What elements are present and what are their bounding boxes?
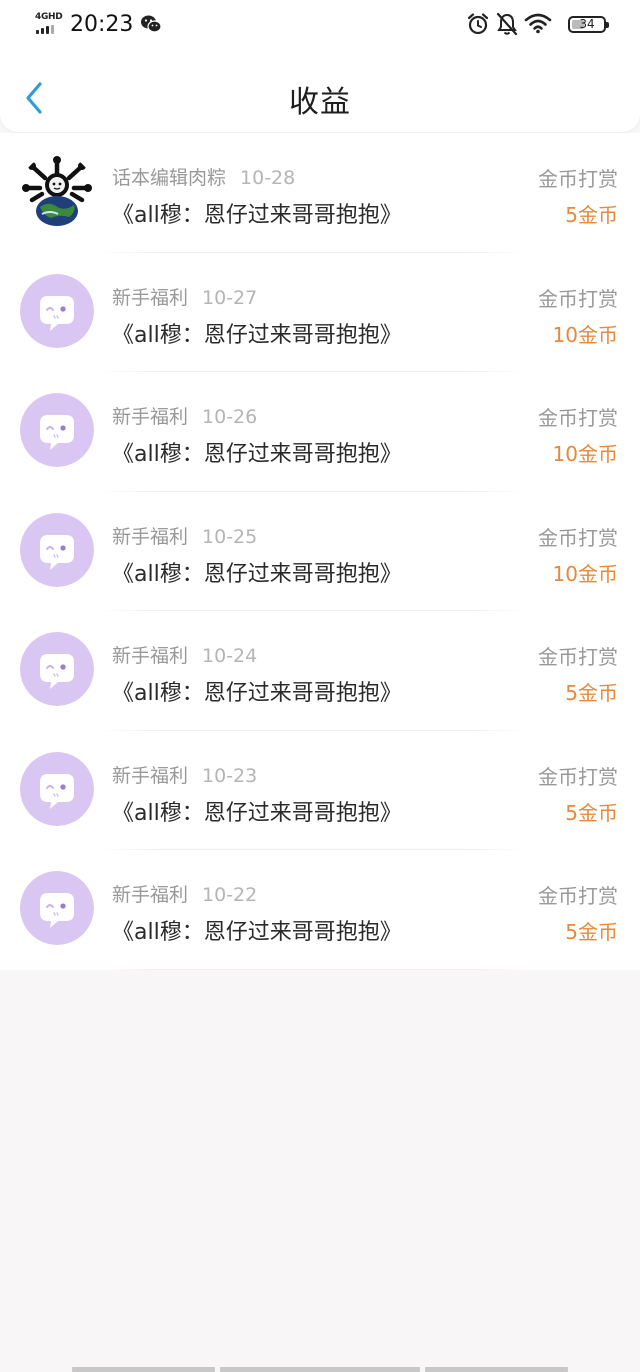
record-source: 话本编辑肉粽 — [112, 167, 227, 189]
record-type: 金币打赏 — [538, 167, 618, 191]
app-header: 4GHD 20:23 34 收益 — [0, 0, 640, 132]
chat-bubble-icon — [20, 871, 94, 945]
record-meta: 新手福利 10-26 — [112, 402, 257, 429]
record-date: 10-28 — [240, 167, 296, 189]
record-source: 新手福利 — [112, 286, 189, 309]
battery-percent: 34 — [579, 17, 595, 31]
bottom-gesture-bar — [0, 1366, 640, 1372]
status-time: 20:23 — [70, 12, 134, 37]
list-item[interactable]: 新手福利 10-23 《all穆：恩仔过来哥哥抱抱》 金币打赏 5金币 — [0, 731, 640, 850]
avatar — [20, 751, 94, 826]
list-item[interactable]: 新手福利 10-25 《all穆：恩仔过来哥哥抱抱》 金币打赏 10金币 — [0, 492, 640, 611]
battery-icon: 34 — [568, 16, 609, 33]
list-item[interactable]: 新手福利 10-26 《all穆：恩仔过来哥哥抱抱》 金币打赏 10金币 — [0, 372, 640, 492]
record-type: 金币打赏 — [538, 406, 618, 430]
record-amount: 5金币 — [565, 920, 618, 944]
record-source: 新手福利 — [112, 406, 189, 428]
record-amount: 10金币 — [552, 561, 618, 586]
page-title: 收益 — [289, 85, 351, 120]
record-source: 新手福利 — [112, 884, 189, 906]
list-item[interactable]: 新手福利 10-24 《all穆：恩仔过来哥哥抱抱》 金币打赏 5金币 — [0, 611, 640, 731]
record-book-title: 《all穆：恩仔过来哥哥抱抱》 — [112, 681, 402, 706]
record-type: 金币打赏 — [538, 764, 618, 789]
record-amount: 5金币 — [565, 800, 618, 825]
avatar — [20, 273, 94, 348]
network-indicator: 4GHD — [35, 12, 65, 36]
record-type: 金币打赏 — [538, 884, 618, 908]
record-date: 10-23 — [202, 764, 258, 787]
record-date: 10-25 — [202, 525, 258, 548]
earnings-list: 话本编辑肉粽 10-28 《all穆：恩仔过来哥哥抱抱》 金币打赏 5金币 新手福… — [0, 133, 640, 970]
record-amount: 5金币 — [565, 203, 618, 227]
record-book-title: 《all穆：恩仔过来哥哥抱抱》 — [112, 203, 402, 228]
record-book-title: 《all穆：恩仔过来哥哥抱抱》 — [112, 920, 402, 945]
record-type: 金币打赏 — [538, 286, 618, 311]
record-type: 金币打赏 — [538, 525, 618, 550]
chat-bubble-icon — [20, 632, 94, 706]
divider — [100, 968, 528, 970]
status-bar: 4GHD 20:23 34 — [0, 0, 640, 52]
record-meta: 新手福利 10-25 — [112, 522, 257, 549]
record-book-title: 《all穆：恩仔过来哥哥抱抱》 — [112, 442, 402, 467]
record-amount: 10金币 — [552, 322, 618, 347]
network-label: 4GHD — [35, 12, 63, 22]
record-amount: 10金币 — [552, 442, 618, 466]
record-amount: 5金币 — [565, 681, 618, 705]
record-meta: 新手福利 10-23 — [112, 761, 257, 788]
list-item[interactable]: 新手福利 10-22 《all穆：恩仔过来哥哥抱抱》 金币打赏 5金币 — [0, 850, 640, 970]
chat-bubble-icon — [20, 393, 94, 467]
avatar — [20, 393, 94, 467]
record-source: 新手福利 — [112, 525, 189, 548]
avatar — [20, 154, 94, 228]
list-item[interactable]: 新手福利 10-27 《all穆：恩仔过来哥哥抱抱》 金币打赏 10金币 — [0, 253, 640, 372]
record-source: 新手福利 — [112, 764, 189, 787]
editor-avatar-icon — [20, 154, 94, 228]
avatar — [20, 512, 94, 587]
record-date: 10-27 — [202, 286, 258, 309]
record-meta: 话本编辑肉粽 10-28 — [112, 163, 295, 190]
record-book-title: 《all穆：恩仔过来哥哥抱抱》 — [112, 561, 402, 587]
record-source: 新手福利 — [112, 645, 189, 667]
record-type: 金币打赏 — [538, 645, 618, 669]
alarm-icon — [467, 13, 489, 35]
wechat-icon — [141, 15, 162, 33]
wifi-icon — [524, 13, 552, 34]
record-meta: 新手福利 10-22 — [112, 880, 257, 907]
mute-bell-icon — [496, 12, 518, 36]
record-date: 10-22 — [202, 884, 258, 906]
list-item[interactable]: 话本编辑肉粽 10-28 《all穆：恩仔过来哥哥抱抱》 金币打赏 5金币 — [0, 133, 640, 253]
record-date: 10-24 — [202, 645, 258, 667]
record-book-title: 《all穆：恩仔过来哥哥抱抱》 — [112, 800, 402, 826]
record-date: 10-26 — [202, 406, 258, 428]
record-book-title: 《all穆：恩仔过来哥哥抱抱》 — [112, 322, 402, 348]
chat-bubble-icon — [20, 751, 94, 826]
signal-icon — [36, 25, 60, 34]
nav-bar: 收益 — [0, 52, 640, 132]
avatar — [20, 871, 94, 945]
chat-bubble-icon — [20, 512, 94, 587]
avatar — [20, 632, 94, 706]
chat-bubble-icon — [20, 273, 94, 348]
record-meta: 新手福利 10-24 — [112, 641, 257, 668]
record-meta: 新手福利 10-27 — [112, 283, 257, 310]
